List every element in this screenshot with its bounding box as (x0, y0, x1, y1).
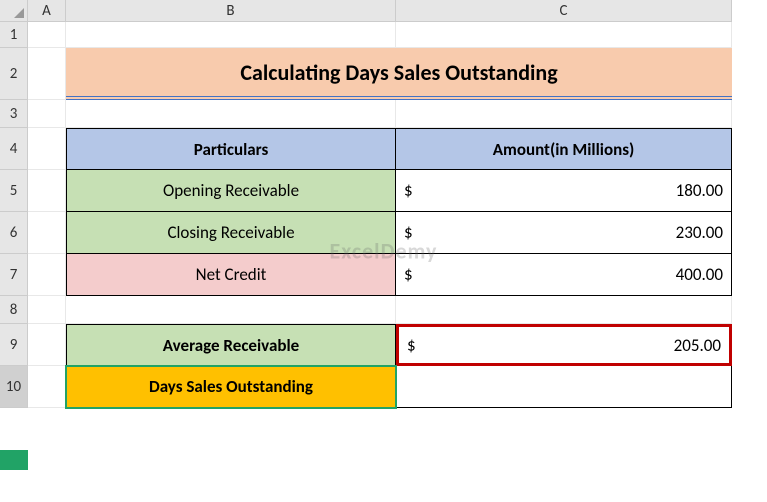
label-average-receivable[interactable]: Average Receivable (66, 324, 396, 366)
cell-a1[interactable] (28, 22, 66, 48)
amount-value: 205.00 (674, 335, 721, 356)
row-header-3[interactable]: 3 (0, 100, 28, 128)
cell-a2[interactable] (28, 48, 66, 100)
value-netcredit[interactable]: $ 400.00 (396, 254, 732, 296)
currency-symbol: $ (404, 264, 413, 285)
cell-c1[interactable] (396, 22, 732, 48)
row-header-1[interactable]: 1 (0, 22, 28, 48)
select-all-corner[interactable] (0, 0, 28, 22)
value-average-receivable[interactable]: $ 205.00 (396, 324, 732, 366)
cell-a9[interactable] (28, 324, 66, 366)
value-dso[interactable] (396, 366, 732, 408)
cell-b8[interactable] (66, 296, 396, 324)
cell-b3[interactable] (66, 100, 396, 128)
label-netcredit[interactable]: Net Credit (66, 254, 396, 296)
row-header-5[interactable]: 5 (0, 170, 28, 212)
cell-a10[interactable] (28, 366, 66, 408)
currency-symbol: $ (404, 180, 413, 201)
cell-a7[interactable] (28, 254, 66, 296)
amount-value: 180.00 (676, 180, 723, 201)
currency-symbol: $ (407, 335, 416, 356)
label-opening[interactable]: Opening Receivable (66, 170, 396, 212)
row-header-9[interactable]: 9 (0, 324, 28, 366)
table-header-particulars[interactable]: Particulars (66, 128, 396, 170)
cell-c3[interactable] (396, 100, 732, 128)
amount-value: 230.00 (676, 222, 723, 243)
value-closing[interactable]: $ 230.00 (396, 212, 732, 254)
cell-b1[interactable] (66, 22, 396, 48)
row-header-10[interactable]: 10 (0, 366, 28, 408)
cell-a6[interactable] (28, 212, 66, 254)
col-header-b[interactable]: B (66, 0, 396, 22)
row-header-6[interactable]: 6 (0, 212, 28, 254)
label-closing[interactable]: Closing Receivable (66, 212, 396, 254)
row-header-7[interactable]: 7 (0, 254, 28, 296)
col-header-c[interactable]: C (396, 0, 732, 22)
cell-a5[interactable] (28, 170, 66, 212)
value-opening[interactable]: $ 180.00 (396, 170, 732, 212)
row-header-8[interactable]: 8 (0, 296, 28, 324)
label-dso[interactable]: Days Sales Outstanding (66, 366, 396, 408)
page-title[interactable]: Calculating Days Sales Outstanding (66, 48, 732, 100)
row-selection-indicator (0, 450, 28, 470)
cell-c8[interactable] (396, 296, 732, 324)
table-header-amount[interactable]: Amount(in Millions) (396, 128, 732, 170)
cell-a8[interactable] (28, 296, 66, 324)
row-header-2[interactable]: 2 (0, 48, 28, 100)
row-header-4[interactable]: 4 (0, 128, 28, 170)
cell-a4[interactable] (28, 128, 66, 170)
cell-a3[interactable] (28, 100, 66, 128)
col-header-a[interactable]: A (28, 0, 66, 22)
amount-value: 400.00 (676, 264, 723, 285)
currency-symbol: $ (404, 222, 413, 243)
spreadsheet-grid: A B C 1 2 Calculating Days Sales Outstan… (0, 0, 767, 408)
